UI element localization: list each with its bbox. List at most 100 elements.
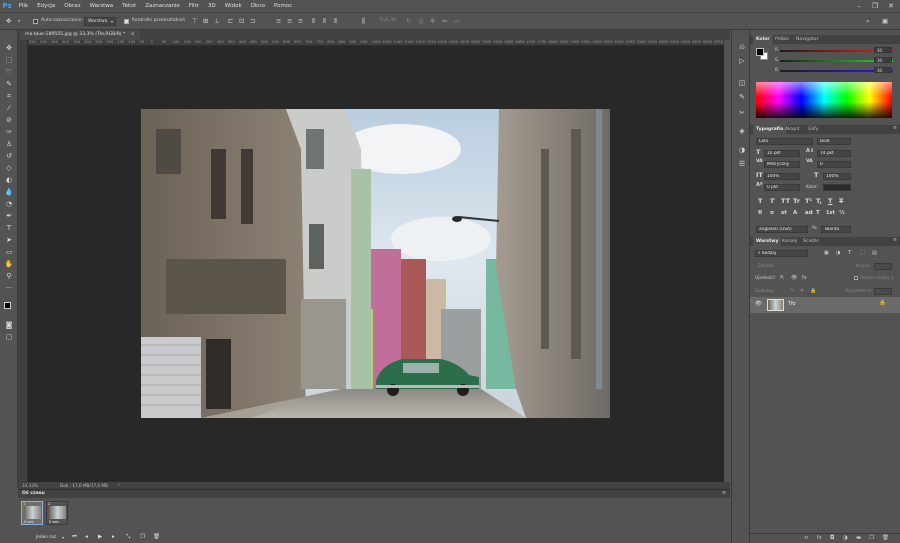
titling-alternates-button[interactable]: ad [805, 210, 813, 217]
type-tool-icon[interactable]: T [3, 223, 15, 233]
tab-paths[interactable]: Ścieżki [800, 237, 822, 246]
marquee-tool-icon[interactable]: ⬚ [3, 55, 15, 65]
trash-icon[interactable]: 🗑 [153, 534, 160, 540]
foreground-color-swatch[interactable] [756, 48, 764, 56]
lasso-tool-icon[interactable]: ➰ [3, 67, 15, 77]
3d-icon[interactable]: ◈ [736, 126, 748, 136]
eraser-tool-icon[interactable]: ◇ [3, 163, 15, 173]
auto-align-icon[interactable]: ⫼ [362, 18, 365, 25]
zoom-level[interactable]: 33,33% [22, 483, 38, 488]
adjustments-icon[interactable]: ◑ [736, 145, 748, 155]
green-value[interactable]: 30 [874, 57, 892, 63]
lock-position-icon[interactable]: ✥ [800, 288, 804, 294]
old-style-button[interactable]: ơ [770, 210, 774, 217]
dodge-tool-icon[interactable]: ◔ [3, 199, 15, 209]
layer-filter-select[interactable]: ⌕ Rodzaj [755, 250, 808, 257]
ordinals-button[interactable]: 1st [826, 211, 835, 216]
blur-tool-icon[interactable]: 💧 [3, 187, 15, 197]
eyedropper-tool-icon[interactable]: ⁄ [3, 103, 15, 113]
align-bottom-icon[interactable]: ⊥ [214, 18, 220, 25]
history-icon[interactable]: ⎌ [736, 42, 748, 52]
3d-orbit-icon[interactable]: ↻ [406, 18, 411, 25]
kerning-field[interactable]: Metryczny [764, 161, 800, 168]
menu-layer[interactable]: Warstwa [85, 0, 118, 12]
brush-settings-icon[interactable]: ✎ [736, 92, 748, 102]
superscript-button[interactable]: T¹ [805, 198, 812, 205]
layer-name[interactable]: Tło [788, 301, 796, 307]
prev-frame-icon[interactable]: ◂ [85, 534, 88, 540]
menu-window[interactable]: Okno [246, 0, 269, 12]
distribute-top-icon[interactable]: ≡ [276, 18, 281, 25]
lock-all-icon[interactable]: 🔒 [810, 288, 816, 294]
filter-type-icon[interactable]: T [848, 250, 851, 256]
layer-comps-icon[interactable]: ◫ [736, 78, 748, 88]
unify-position-icon[interactable]: ⇱ [780, 275, 784, 281]
tab-channels[interactable]: Kanały [779, 237, 801, 246]
first-frame-icon[interactable]: ⏮ [72, 534, 77, 541]
screen-mode-icon[interactable]: ▢ [3, 332, 15, 342]
menu-3d[interactable]: 3D [204, 0, 221, 12]
layer-row[interactable]: 👁 Tło 🔒 [750, 297, 900, 313]
lock-image-icon[interactable]: ✎ [790, 288, 794, 294]
antialias-select[interactable]: Twarda [821, 226, 851, 233]
foreground-color-swatch[interactable] [4, 302, 11, 309]
path-select-tool-icon[interactable]: ➤ [3, 235, 15, 245]
adjustment-layer-icon[interactable]: ◑ [843, 535, 848, 541]
menu-file[interactable]: Plik [14, 0, 33, 12]
workspace-icon[interactable]: ▣ [882, 18, 888, 25]
move-tool-icon[interactable]: ✥ [6, 18, 11, 25]
tab-layers[interactable]: Warstwy [753, 237, 782, 246]
menu-image[interactable]: Obraz [60, 0, 85, 12]
filter-pixel-icon[interactable]: ▣ [824, 250, 829, 256]
tab-paragraph[interactable]: Akapit [782, 125, 803, 134]
lock-pixels-icon[interactable]: ⬚ [780, 288, 785, 294]
loop-option[interactable]: Jeden raz [36, 535, 56, 540]
properties-icon[interactable]: ☰ [736, 159, 748, 169]
close-icon[interactable]: ✕ [884, 0, 898, 12]
gradient-tool-icon[interactable]: ◐ [3, 175, 15, 185]
red-value[interactable]: 30 [874, 47, 892, 53]
layer-mask-icon[interactable]: ◘ [830, 535, 834, 541]
maximize-icon[interactable]: ❐ [868, 0, 882, 12]
3d-scale-icon[interactable]: ▭ [454, 18, 460, 25]
zoom-tool-icon[interactable]: ⚲ [3, 271, 15, 281]
strikethrough-button[interactable]: T [839, 198, 843, 205]
unify-style-icon[interactable]: fx [802, 275, 807, 281]
pen-tool-icon[interactable]: ✒ [3, 211, 15, 221]
horizontal-scale-field[interactable]: 100% [823, 173, 851, 180]
link-layers-icon[interactable]: ∞ [804, 535, 809, 541]
menu-edit[interactable]: Edycja [33, 0, 60, 12]
actions-icon[interactable]: ▷ [736, 56, 748, 66]
crop-tool-icon[interactable]: ⌗ [3, 91, 15, 101]
fill-field[interactable] [874, 288, 892, 295]
font-style-select[interactable]: Bold [817, 138, 851, 145]
menu-type[interactable]: Tekst [118, 0, 141, 12]
close-tab-icon[interactable]: × [131, 32, 135, 37]
play-icon[interactable]: ▶ [98, 534, 102, 540]
leading-field[interactable]: 14 pkt [817, 150, 851, 157]
underline-button[interactable]: T [828, 198, 832, 205]
all-caps-button[interactable]: TT [781, 198, 790, 205]
faux-italic-button[interactable]: T [770, 198, 774, 205]
auto-select-dropdown[interactable]: Warstwa ▾ [84, 17, 116, 26]
tab-swatches[interactable]: Próbki [772, 35, 792, 44]
document-tab[interactable]: ma-blue-189555.jpg @ 33,3% (Tło,RGB/8) *… [20, 30, 140, 40]
healing-brush-tool-icon[interactable]: ⊘ [3, 115, 15, 125]
new-layer-icon[interactable]: ❐ [869, 535, 874, 541]
next-frame-icon[interactable]: ▸ [112, 534, 115, 540]
timeline-frame[interactable]: 2 0 sek. [46, 501, 68, 525]
tab-navigator[interactable]: Navigator [793, 35, 821, 44]
document-image[interactable] [141, 109, 610, 418]
distribute-left-icon[interactable]: ⦀ [312, 18, 315, 25]
align-hcenter-icon[interactable]: ⊡ [239, 18, 244, 25]
align-left-icon[interactable]: ⊏ [228, 18, 233, 25]
quick-mask-icon[interactable]: ◙ [3, 320, 15, 330]
auto-select-checkbox[interactable] [33, 18, 38, 24]
3d-pan-icon[interactable]: ✥ [430, 18, 435, 25]
unify-visibility-icon[interactable]: 👁 [791, 275, 797, 281]
tween-icon[interactable]: ⤡ [126, 534, 130, 541]
stylistic-alternates-button[interactable]: A [793, 210, 797, 217]
chevron-down-icon[interactable]: ▾ [62, 535, 64, 540]
language-select[interactable]: angielski (USA) [756, 226, 808, 233]
chevron-down-icon[interactable]: ▾ [18, 19, 20, 23]
